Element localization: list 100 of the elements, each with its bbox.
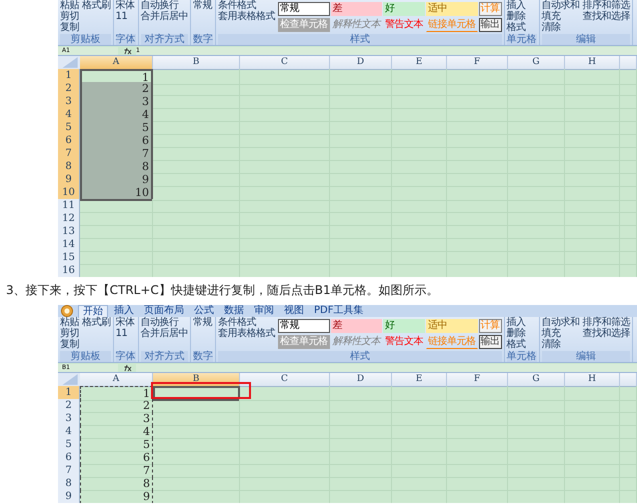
ribbon-button[interactable]: 清除: [542, 339, 580, 350]
ribbon-button[interactable]: 查找和选择: [582, 328, 630, 339]
column-header[interactable]: H: [565, 56, 620, 70]
ribbon-button[interactable]: 复制: [60, 22, 79, 33]
column-header[interactable]: [620, 56, 637, 70]
grid-cell[interactable]: [153, 134, 240, 148]
grid-cell[interactable]: [153, 438, 240, 452]
column-header[interactable]: E: [392, 56, 447, 70]
grid-cell[interactable]: [80, 199, 153, 213]
grid-cell[interactable]: [153, 121, 240, 135]
number-cell[interactable]: 5: [80, 121, 153, 135]
column-header[interactable]: E: [392, 373, 447, 387]
number-cell[interactable]: 4: [80, 425, 153, 439]
column-header[interactable]: G: [508, 373, 565, 387]
function-icon[interactable]: [122, 46, 132, 54]
grid-cell[interactable]: [447, 69, 508, 85]
ribbon-button[interactable]: 清除: [542, 22, 580, 33]
grid-cell[interactable]: [80, 225, 153, 239]
grid-cell[interactable]: [153, 199, 240, 213]
grid-cell[interactable]: [153, 147, 240, 161]
ribbon-button[interactable]: 合并后居中: [140, 328, 188, 339]
ribbon-tab[interactable]: 数据: [220, 305, 248, 317]
grid-cell[interactable]: [620, 386, 637, 401]
grid-cell[interactable]: [330, 69, 392, 85]
ribbon-tab[interactable]: 公式: [190, 305, 218, 317]
ribbon-button[interactable]: 条件格式: [218, 317, 275, 328]
row-header[interactable]: 5: [58, 438, 80, 452]
row-header[interactable]: 15: [58, 251, 80, 265]
ribbon-button[interactable]: 11: [116, 328, 136, 339]
row-header[interactable]: 8: [58, 477, 80, 491]
number-cell[interactable]: 9: [80, 490, 153, 503]
ribbon-button[interactable]: 查找和选择: [582, 11, 630, 22]
ribbon-button[interactable]: 删除: [506, 328, 536, 339]
ribbon-tab[interactable]: 视图: [280, 305, 308, 317]
row-header[interactable]: 16: [58, 264, 80, 277]
row-header[interactable]: 6: [58, 451, 80, 465]
grid-cell[interactable]: [240, 69, 330, 85]
number-cell[interactable]: 2: [80, 82, 153, 96]
ribbon-button[interactable]: 格式: [506, 22, 536, 33]
column-header[interactable]: A: [80, 373, 153, 387]
ribbon-button[interactable]: 自动求和: [542, 0, 580, 11]
column-header[interactable]: C: [240, 56, 330, 70]
row-header[interactable]: 14: [58, 238, 80, 252]
grid-cell[interactable]: [153, 464, 240, 478]
ribbon-button[interactable]: 自动换行: [140, 317, 188, 328]
ribbon-button[interactable]: 合并后居中: [140, 11, 188, 22]
ribbon-tab[interactable]: PDF工具集: [310, 305, 368, 317]
office-button-icon[interactable]: [61, 305, 73, 317]
cell-style-swatch[interactable]: 好: [383, 2, 425, 16]
ribbon-button[interactable]: 套用表格格式: [218, 11, 275, 22]
row-header[interactable]: 7: [58, 464, 80, 478]
number-cell[interactable]: 8: [80, 160, 153, 174]
grid-cell[interactable]: [508, 386, 565, 401]
number-cell[interactable]: 5: [80, 438, 153, 452]
ribbon-button[interactable]: 自动换行: [140, 0, 188, 11]
grid-cell[interactable]: [330, 386, 392, 401]
select-all-icon[interactable]: [58, 373, 80, 386]
grid-cell[interactable]: [153, 82, 240, 96]
column-header[interactable]: F: [447, 56, 508, 70]
grid-cell[interactable]: [153, 425, 240, 439]
ribbon-button[interactable]: 常规: [193, 0, 213, 11]
ribbon-button[interactable]: 条件格式: [218, 0, 275, 11]
grid-cell[interactable]: [392, 69, 447, 85]
ribbon-button[interactable]: 套用表格格式: [218, 328, 275, 339]
ribbon-button[interactable]: 填充: [542, 328, 580, 339]
column-header[interactable]: H: [565, 373, 620, 387]
function-icon[interactable]: [122, 364, 132, 372]
ribbon-button[interactable]: 排序和筛选: [582, 317, 630, 328]
ribbon-button[interactable]: 粘贴: [60, 317, 79, 328]
grid-cell[interactable]: [80, 238, 153, 252]
ribbon-button[interactable]: 格式刷: [82, 0, 110, 11]
number-cell[interactable]: 3: [80, 412, 153, 426]
grid-cell[interactable]: [392, 386, 447, 401]
ribbon-button[interactable]: 删除: [506, 11, 536, 22]
number-cell[interactable]: 4: [80, 108, 153, 122]
ribbon-button[interactable]: 宋体: [116, 317, 136, 328]
number-cell[interactable]: 8: [80, 477, 153, 491]
grid-cell[interactable]: [153, 108, 240, 122]
number-cell[interactable]: 10: [80, 186, 153, 201]
cell-style-swatch[interactable]: 常规: [278, 318, 330, 332]
cell-style-swatch[interactable]: 差: [330, 2, 382, 16]
ribbon-button[interactable]: 11: [116, 11, 136, 22]
grid-cell[interactable]: [153, 477, 240, 491]
ribbon-button[interactable]: 自动求和: [542, 317, 580, 328]
row-header[interactable]: 2: [58, 399, 80, 413]
ribbon-tab[interactable]: 插入: [110, 305, 138, 317]
grid-cell[interactable]: [80, 212, 153, 226]
column-header[interactable]: A: [80, 56, 153, 70]
grid-cell[interactable]: [153, 412, 240, 426]
grid-cell[interactable]: [153, 69, 240, 85]
grid-cell[interactable]: [153, 160, 240, 174]
number-cell[interactable]: 9: [80, 173, 153, 187]
row-header[interactable]: 2: [58, 82, 80, 96]
row-header[interactable]: 3: [58, 95, 80, 109]
grid-cell[interactable]: [508, 69, 565, 85]
grid-cell[interactable]: [240, 386, 330, 401]
grid-cell[interactable]: [565, 69, 620, 85]
cell-style-swatch[interactable]: 输出: [478, 334, 502, 348]
number-cell[interactable]: 6: [80, 134, 153, 148]
row-header[interactable]: 13: [58, 225, 80, 239]
